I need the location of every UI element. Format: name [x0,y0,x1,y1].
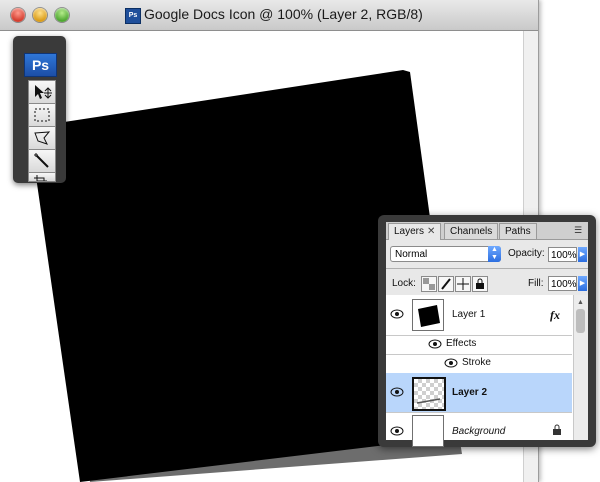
move-tool-button[interactable] [28,80,56,104]
layer-row-layer-2[interactable]: Layer 2 [386,373,572,413]
eye-icon[interactable] [444,358,458,368]
stroke-effect-row[interactable]: Stroke [386,354,572,374]
crop-tool-icon [34,175,47,181]
layer-row-layer-1[interactable]: Layer 1 fx [386,295,572,336]
layer-thumbnail-shape [418,305,440,327]
blend-mode-select[interactable]: Normal ▲ ▼ [390,246,501,262]
marquee-tool-icon [34,108,50,122]
magic-wand-tool-button[interactable] [28,149,56,173]
eye-icon[interactable] [428,339,442,349]
layer-thumbnail [412,415,444,447]
lock-label: Lock: [392,278,416,289]
close-tab-icon[interactable]: ✕ [427,226,435,237]
scroll-thumb[interactable] [576,309,585,333]
brush-icon [441,278,451,290]
lock-image-pixels-button[interactable] [438,276,454,292]
layers-panel: Layers ✕ Channels Paths ☰ Normal ▲ ▼ Opaci… [378,215,596,447]
opacity-input[interactable]: 100% [548,247,577,262]
lock-position-button[interactable] [455,276,471,292]
checkerboard-icon [423,278,435,290]
lasso-tool-button[interactable] [28,126,56,150]
tab-paths[interactable]: Paths [499,223,537,239]
fx-icon[interactable]: fx [550,308,560,323]
scroll-up-arrow-icon[interactable]: ▲ [577,299,584,306]
layer-row-background[interactable]: Background [386,412,572,450]
lock-icon [553,424,561,435]
effects-label: Effects [446,338,477,349]
lock-transparent-pixels-button[interactable] [421,276,437,292]
fill-slider-arrow-icon[interactable]: ▶ [578,276,587,291]
opacity-label: Opacity: [508,248,545,259]
tools-panel: Ps [13,36,66,183]
magic-wand-tool-icon [34,153,49,168]
updown-arrows-icon: ▲ ▼ [488,246,501,262]
divider [386,268,588,269]
layer-name: Layer 2 [452,387,488,398]
layer-name: Layer 1 [452,309,486,320]
crop-tool-button[interactable] [28,172,56,182]
layer-name: Background [452,426,506,437]
layers-list: Layer 1 fx Effects Stroke Layer 2 Backgr… [386,295,588,447]
lock-all-button[interactable] [472,276,488,292]
tab-layers[interactable]: Layers ✕ [388,223,442,240]
eye-icon[interactable] [390,309,404,319]
layer-thumbnail [412,299,444,331]
move-arrows-icon [457,278,469,290]
effects-row[interactable]: Effects [386,335,572,355]
opacity-slider-arrow-icon[interactable]: ▶ [578,247,587,262]
tab-layers-label: Layers [394,226,425,237]
padlock-icon [476,278,484,289]
layer-thumbnail [412,377,446,411]
marquee-tool-button[interactable] [28,103,56,127]
lasso-tool-icon [34,131,51,145]
panel-menu-icon[interactable]: ☰ [574,225,586,235]
fill-input[interactable]: 100% [548,276,577,291]
eye-icon[interactable] [390,387,404,397]
layer-thumbnail-shape [416,398,441,404]
layers-scrollbar[interactable]: ▲ [573,295,588,440]
move-tool-icon [35,85,52,99]
blend-mode-value: Normal [395,249,428,260]
eye-icon[interactable] [390,426,404,436]
fill-label: Fill: [528,278,544,289]
stroke-label: Stroke [462,357,491,368]
photoshop-logo: Ps [24,53,57,77]
layers-panel-body: Layers ✕ Channels Paths ☰ Normal ▲ ▼ Opaci… [386,222,588,447]
tab-channels[interactable]: Channels [444,223,499,239]
panel-tab-bar: Layers ✕ Channels Paths ☰ [386,222,588,240]
